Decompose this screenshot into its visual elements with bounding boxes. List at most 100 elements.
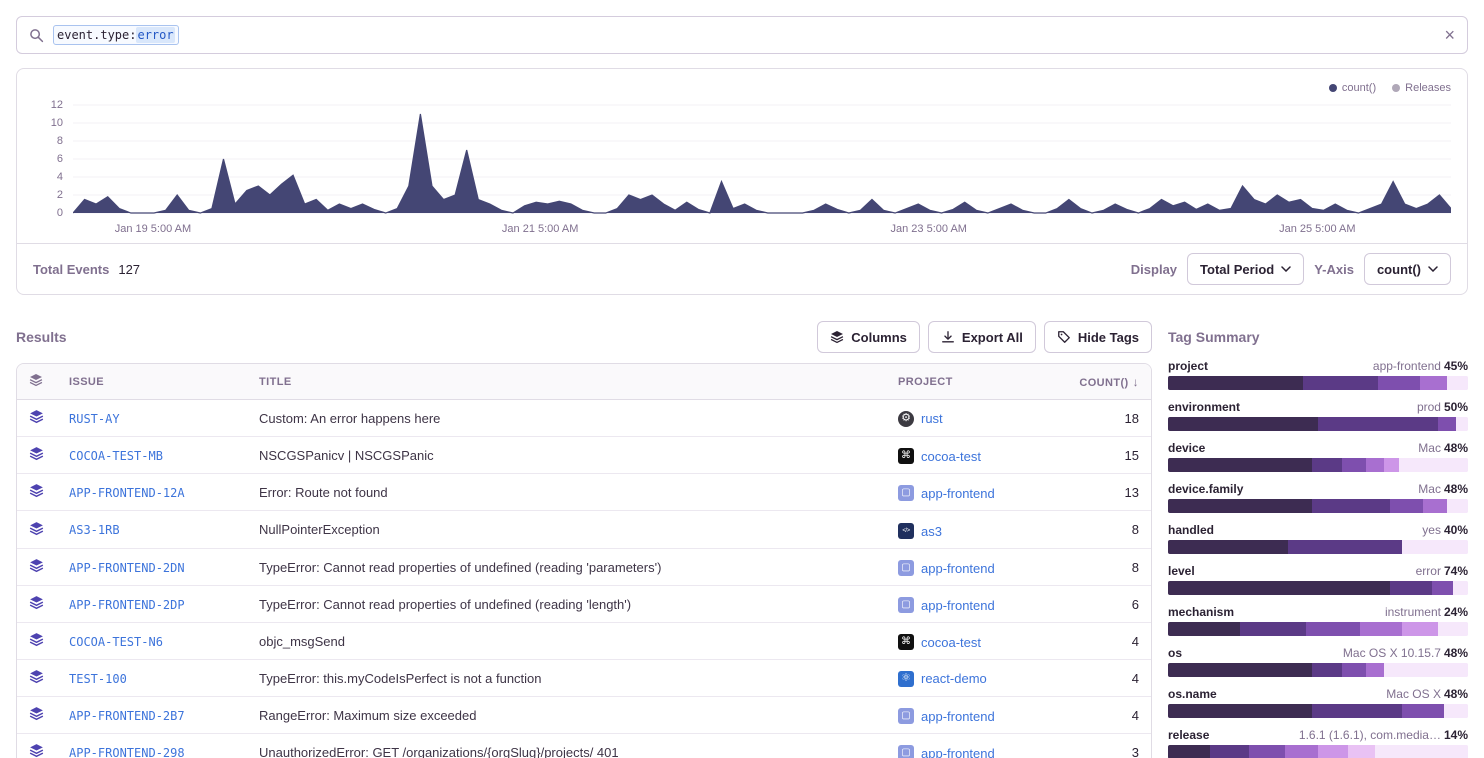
tag-name[interactable]: device	[1168, 441, 1205, 455]
project-link[interactable]: app-frontend	[921, 746, 995, 758]
tag-distribution-bar[interactable]	[1168, 417, 1468, 431]
facet-bar-segment[interactable]	[1402, 704, 1444, 718]
issue-stack-icon[interactable]	[29, 558, 44, 573]
issue-link[interactable]: APP-FRONTEND-12A	[69, 486, 185, 500]
facet-bar-segment[interactable]	[1384, 458, 1399, 472]
clear-search-icon[interactable]: ×	[1444, 26, 1455, 44]
project-link[interactable]: app-frontend	[921, 598, 995, 613]
facet-bar-segment[interactable]	[1318, 417, 1438, 431]
column-header-project[interactable]: PROJECT	[886, 364, 1061, 400]
tag-distribution-bar[interactable]	[1168, 704, 1468, 718]
hide-tags-button[interactable]: Hide Tags	[1044, 321, 1152, 353]
facet-bar-segment[interactable]	[1423, 499, 1447, 513]
column-header-issue[interactable]: ISSUE	[57, 364, 247, 400]
facet-bar-segment[interactable]	[1378, 376, 1420, 390]
tag-name[interactable]: device.family	[1168, 482, 1243, 496]
tag-distribution-bar[interactable]	[1168, 622, 1468, 636]
yaxis-dropdown[interactable]: count()	[1364, 253, 1451, 285]
project-link[interactable]: app-frontend	[921, 561, 995, 576]
facet-bar-segment[interactable]	[1168, 458, 1312, 472]
facet-bar-segment[interactable]	[1342, 458, 1366, 472]
project-link[interactable]: app-frontend	[921, 486, 995, 501]
chart-plot[interactable]	[73, 97, 1451, 217]
issue-stack-icon[interactable]	[29, 743, 44, 758]
issue-link[interactable]: RUST-AY	[69, 412, 120, 426]
facet-bar-segment[interactable]	[1444, 704, 1468, 718]
issue-link[interactable]: APP-FRONTEND-2DN	[69, 561, 185, 575]
tag-name[interactable]: environment	[1168, 400, 1240, 414]
column-header-count[interactable]: COUNT()↓	[1061, 364, 1151, 400]
facet-bar-segment[interactable]	[1375, 745, 1468, 758]
project-link[interactable]: cocoa-test	[921, 635, 981, 650]
facet-bar-segment[interactable]	[1168, 745, 1210, 758]
facet-bar-segment[interactable]	[1453, 581, 1468, 595]
facet-bar-segment[interactable]	[1348, 745, 1375, 758]
project-link[interactable]: rust	[921, 411, 943, 426]
facet-bar-segment[interactable]	[1366, 458, 1384, 472]
facet-bar-segment[interactable]	[1312, 458, 1342, 472]
facet-bar-segment[interactable]	[1390, 581, 1432, 595]
column-header-title[interactable]: TITLE	[247, 364, 886, 400]
facet-bar-segment[interactable]	[1168, 417, 1318, 431]
tag-name[interactable]: os	[1168, 646, 1182, 660]
facet-bar-segment[interactable]	[1288, 540, 1402, 554]
issue-link[interactable]: TEST-100	[69, 672, 127, 686]
search-query-token[interactable]: event.type:error	[53, 25, 179, 45]
facet-bar-segment[interactable]	[1447, 376, 1468, 390]
tag-distribution-bar[interactable]	[1168, 376, 1468, 390]
facet-bar-segment[interactable]	[1342, 663, 1366, 677]
issue-link[interactable]: COCOA-TEST-MB	[69, 449, 163, 463]
facet-bar-segment[interactable]	[1240, 622, 1306, 636]
legend-item-releases[interactable]: Releases	[1392, 82, 1451, 94]
display-dropdown[interactable]: Total Period	[1187, 253, 1304, 285]
tag-name[interactable]: mechanism	[1168, 605, 1234, 619]
tag-name[interactable]: handled	[1168, 523, 1214, 537]
facet-bar-segment[interactable]	[1438, 417, 1456, 431]
issue-link[interactable]: APP-FRONTEND-2B7	[69, 709, 185, 723]
facet-bar-segment[interactable]	[1168, 663, 1312, 677]
facet-bar-segment[interactable]	[1438, 622, 1468, 636]
facet-bar-segment[interactable]	[1384, 663, 1468, 677]
facet-bar-segment[interactable]	[1432, 581, 1453, 595]
tag-name[interactable]: os.name	[1168, 687, 1217, 701]
facet-bar-segment[interactable]	[1456, 417, 1468, 431]
facet-bar-segment[interactable]	[1168, 376, 1303, 390]
issue-link[interactable]: COCOA-TEST-N6	[69, 635, 163, 649]
tag-distribution-bar[interactable]	[1168, 499, 1468, 513]
search-bar[interactable]: event.type:error ×	[16, 16, 1468, 54]
facet-bar-segment[interactable]	[1168, 622, 1240, 636]
facet-bar-segment[interactable]	[1447, 499, 1468, 513]
issue-link[interactable]: APP-FRONTEND-2DP	[69, 598, 185, 612]
tag-distribution-bar[interactable]	[1168, 745, 1468, 758]
facet-bar-segment[interactable]	[1168, 704, 1312, 718]
tag-name[interactable]: project	[1168, 359, 1208, 373]
issue-link[interactable]: APP-FRONTEND-298	[69, 746, 185, 758]
issue-stack-icon[interactable]	[29, 483, 44, 498]
facet-bar-segment[interactable]	[1399, 458, 1468, 472]
facet-bar-segment[interactable]	[1210, 745, 1249, 758]
tag-distribution-bar[interactable]	[1168, 663, 1468, 677]
issue-stack-icon[interactable]	[29, 706, 44, 721]
issue-stack-icon[interactable]	[29, 446, 44, 461]
facet-bar-segment[interactable]	[1318, 745, 1348, 758]
export-all-button[interactable]: Export All	[928, 321, 1036, 353]
issue-stack-icon[interactable]	[29, 409, 44, 424]
tag-distribution-bar[interactable]	[1168, 581, 1468, 595]
stack-icon[interactable]	[29, 373, 43, 387]
facet-bar-segment[interactable]	[1168, 540, 1288, 554]
facet-bar-segment[interactable]	[1312, 499, 1390, 513]
columns-button[interactable]: Columns	[817, 321, 920, 353]
issue-stack-icon[interactable]	[29, 595, 44, 610]
facet-bar-segment[interactable]	[1402, 622, 1438, 636]
tag-name[interactable]: level	[1168, 564, 1195, 578]
tag-distribution-bar[interactable]	[1168, 540, 1468, 554]
facet-bar-segment[interactable]	[1306, 622, 1360, 636]
project-link[interactable]: app-frontend	[921, 709, 995, 724]
tag-distribution-bar[interactable]	[1168, 458, 1468, 472]
tag-name[interactable]: release	[1168, 728, 1209, 742]
facet-bar-segment[interactable]	[1312, 663, 1342, 677]
facet-bar-segment[interactable]	[1249, 745, 1285, 758]
facet-bar-segment[interactable]	[1168, 581, 1390, 595]
facet-bar-segment[interactable]	[1303, 376, 1378, 390]
facet-bar-segment[interactable]	[1168, 499, 1312, 513]
